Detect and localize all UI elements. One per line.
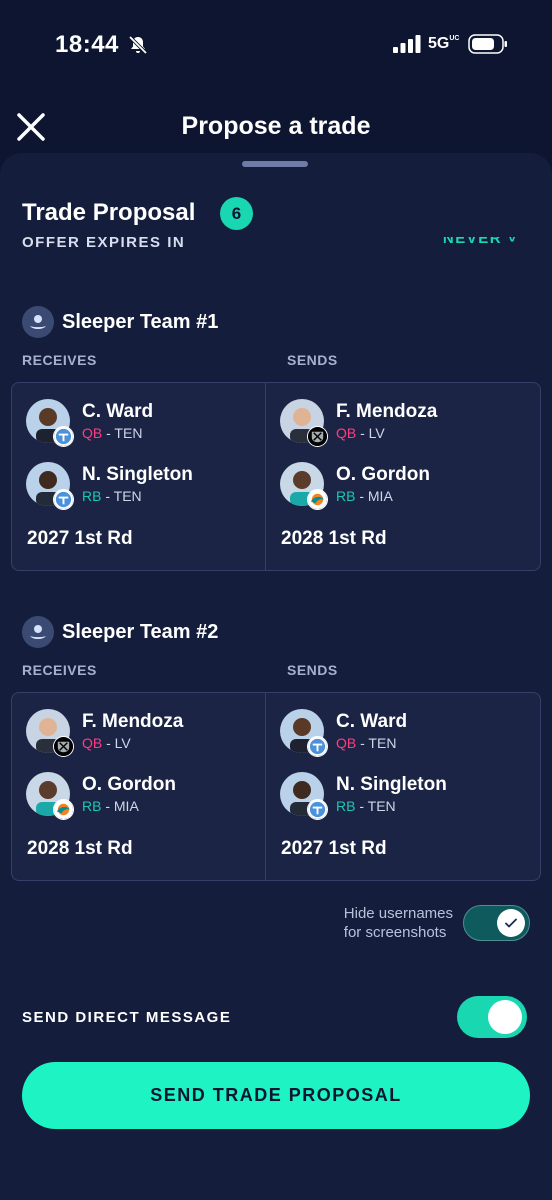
dolphins-badge-icon [53, 799, 74, 820]
draft-pick: 2028 1st Rd [281, 528, 387, 549]
sends-column: F. Mendoza QB - LV O. Gordon RB - MIA 20… [266, 383, 526, 570]
sleeper-logo-icon [22, 616, 54, 648]
titans-badge-icon [53, 426, 74, 447]
network-type: 5GUC [428, 35, 460, 52]
toggle-knob [488, 1000, 522, 1034]
player-name: N. Singleton [82, 463, 193, 485]
titans-badge-icon [307, 799, 328, 820]
team-name: Sleeper Team #1 [62, 310, 219, 333]
checkmark-icon [505, 918, 517, 928]
player-meta: RB - MIA [336, 487, 393, 504]
team-name: Sleeper Team #2 [62, 620, 219, 643]
player-name: O. Gordon [336, 463, 430, 485]
hide-usernames-label: Hide usernames for screenshots [343, 905, 453, 941]
player-meta: QB - TEN [336, 734, 397, 751]
proposal-title: Trade Proposal [22, 199, 196, 226]
player-meta: RB - MIA [82, 797, 139, 814]
draft-pick: 2028 1st Rd [27, 838, 133, 859]
proposal-count-badge: 6 [220, 197, 253, 230]
offer-expires-dropdown[interactable]: NEVER ˅ [443, 237, 518, 247]
player-meta: QB - LV [336, 424, 385, 441]
raiders-badge-icon [307, 426, 328, 447]
sends-label: SENDS [287, 662, 338, 678]
player-meta: QB - LV [82, 734, 131, 751]
player-row[interactable]: N. Singleton RB - TEN [26, 462, 193, 510]
titans-badge-icon [307, 736, 328, 757]
receives-label: RECEIVES [22, 662, 97, 678]
status-time: 18:44 [55, 31, 119, 58]
player-name: N. Singleton [336, 773, 447, 795]
draft-pick: 2027 1st Rd [27, 528, 133, 549]
status-bar: 18:44 5GUC [0, 0, 552, 90]
draft-pick: 2027 1st Rd [281, 838, 387, 859]
player-name: C. Ward [336, 710, 408, 732]
offer-expires-row: OFFER EXPIRES IN NEVER ˅ [22, 237, 532, 259]
dolphins-badge-icon [307, 489, 328, 510]
receives-column: F. Mendoza QB - LV O. Gordon RB - MIA 20… [12, 693, 272, 880]
titans-badge-icon [53, 489, 74, 510]
send-trade-proposal-button[interactable]: SEND TRADE PROPOSAL [22, 1062, 530, 1129]
player-row[interactable]: F. Mendoza QB - LV [26, 709, 184, 757]
player-row[interactable]: F. Mendoza QB - LV [280, 399, 438, 447]
player-meta: RB - TEN [336, 797, 396, 814]
team-header: Sleeper Team #1 [22, 306, 218, 338]
sends-column: C. Ward QB - TEN N. Singleton RB - TEN 2… [266, 693, 526, 880]
player-name: O. Gordon [82, 773, 176, 795]
signal-icon [393, 35, 421, 53]
page-title: Propose a trade [181, 112, 371, 140]
receives-column: C. Ward QB - TEN N. Singleton RB - TEN 2… [12, 383, 272, 570]
bell-muted-icon [128, 35, 148, 55]
sends-label: SENDS [287, 352, 338, 368]
offer-expires-label: OFFER EXPIRES IN [22, 237, 186, 251]
player-row[interactable]: C. Ward QB - TEN [280, 709, 408, 757]
player-meta: QB - TEN [82, 424, 143, 441]
toggle-knob [497, 909, 525, 937]
hide-usernames-toggle[interactable] [463, 905, 530, 941]
direct-message-label: SEND DIRECT MESSAGE [22, 1009, 232, 1026]
team-header: Sleeper Team #2 [22, 616, 218, 648]
battery-icon [468, 34, 507, 54]
sleeper-logo-icon [22, 306, 54, 338]
direct-message-toggle[interactable] [457, 996, 527, 1038]
player-meta: RB - TEN [82, 487, 142, 504]
trade-sheet: Trade Proposal 6 OFFER EXPIRES IN NEVER … [0, 153, 552, 1200]
player-row[interactable]: O. Gordon RB - MIA [280, 462, 430, 510]
trade-card: F. Mendoza QB - LV O. Gordon RB - MIA 20… [11, 692, 541, 881]
receives-label: RECEIVES [22, 352, 97, 368]
player-name: F. Mendoza [336, 400, 438, 422]
player-row[interactable]: C. Ward QB - TEN [26, 399, 154, 447]
player-row[interactable]: O. Gordon RB - MIA [26, 772, 176, 820]
player-name: C. Ward [82, 400, 154, 422]
player-name: F. Mendoza [82, 710, 184, 732]
trade-card: C. Ward QB - TEN N. Singleton RB - TEN 2… [11, 382, 541, 571]
sheet-drag-handle[interactable] [242, 161, 308, 167]
player-row[interactable]: N. Singleton RB - TEN [280, 772, 447, 820]
raiders-badge-icon [53, 736, 74, 757]
